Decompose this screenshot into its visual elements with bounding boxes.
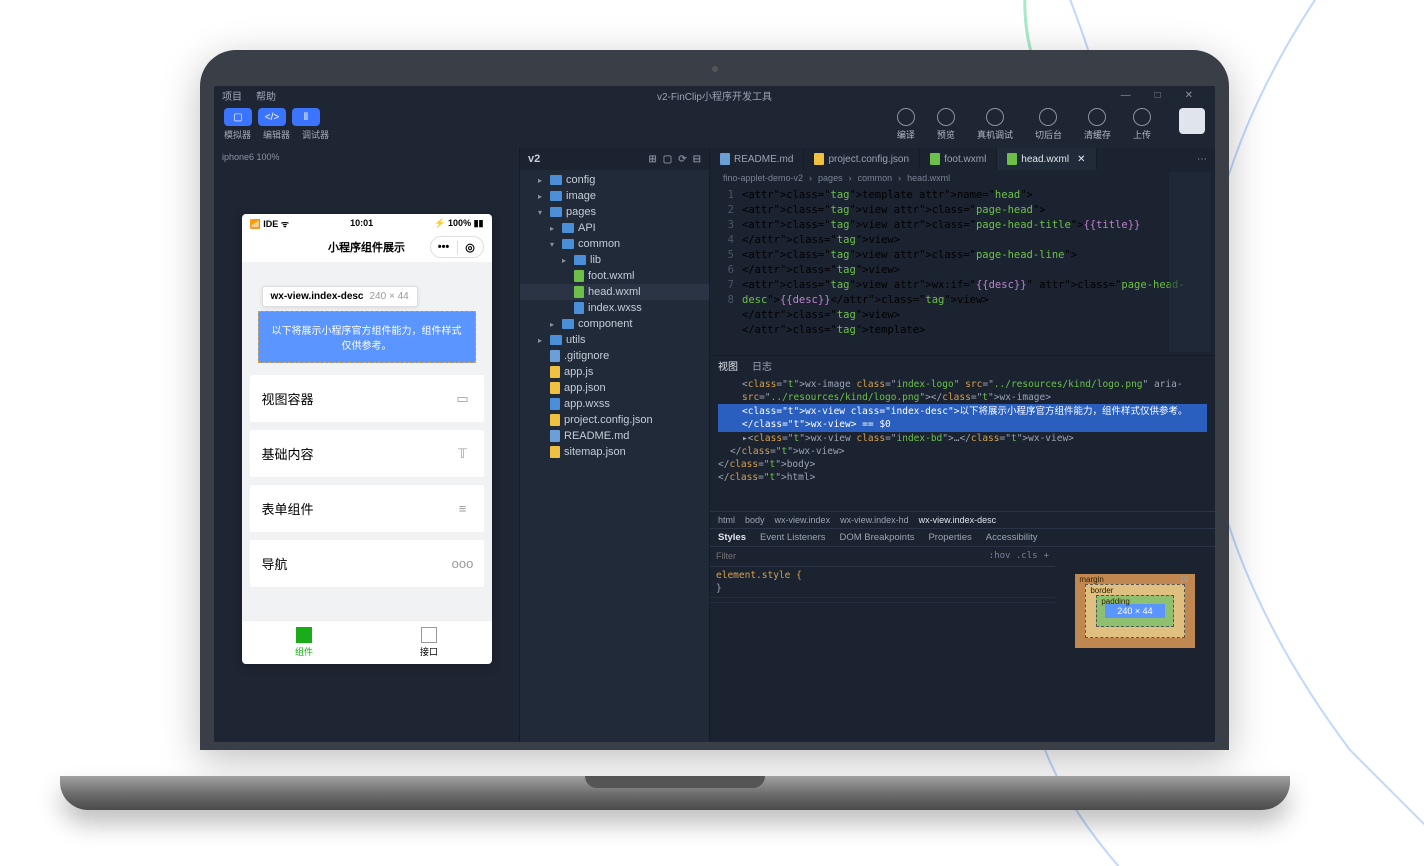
breadcrumb: fino-applet-demo-v2›pages›common›head.wx…	[710, 170, 1215, 186]
devtools-subtab[interactable]: Event Listeners	[760, 532, 825, 543]
window-controls[interactable]: —□✕	[1121, 90, 1207, 101]
mode-editor-label: 编辑器	[263, 128, 290, 141]
sim-menu-item[interactable]: 基础内容𝕋	[250, 430, 484, 477]
file-tree-panel: v2 ⊞ ▢ ⟳ ⊟ ▸config▸image▾pages▸API▾common▸l…	[520, 148, 710, 742]
tree-node[interactable]: ▸utils	[520, 332, 709, 348]
menu-project[interactable]: 项目	[222, 88, 242, 103]
menubar: 项目 帮助 v2-FinClip小程序开发工具 —□✕	[214, 86, 1215, 104]
clear-cache-button[interactable]: 清缓存	[1084, 108, 1111, 141]
tree-node[interactable]: sitemap.json	[520, 444, 709, 460]
dom-crumb-item[interactable]: html	[718, 515, 735, 525]
selected-element[interactable]: 以下将展示小程序官方组件能力，组件样式仅供参考。	[258, 311, 476, 363]
tree-node[interactable]: ▸lib	[520, 252, 709, 268]
compile-button[interactable]: 编译	[897, 108, 915, 141]
devtools-panel: 视图 日志 <class="t">wx-image class="index-l…	[710, 355, 1215, 675]
dom-inspector[interactable]: <class="t">wx-image class="index-logo" s…	[710, 374, 1215, 511]
devtools-subtabs: Styles Event Listeners DOM Breakpoints Prop…	[710, 528, 1215, 546]
upload-button[interactable]: 上传	[1133, 108, 1151, 141]
more-tabs-icon[interactable]: ⋯	[1189, 154, 1215, 165]
tree-node[interactable]: app.json	[520, 380, 709, 396]
sim-menu-item[interactable]: 表单组件≡	[250, 485, 484, 532]
dom-breadcrumb: html body wx-view.index wx-view.index-hd wx-…	[710, 511, 1215, 528]
tree-node[interactable]: index.wxss	[520, 300, 709, 316]
editor-tab[interactable]: head.wxml✕	[997, 148, 1096, 170]
page-title: 小程序组件展示	[328, 239, 405, 255]
dom-crumb-item[interactable]: wx-view.index	[775, 515, 831, 525]
devtools-subtab[interactable]: Styles	[718, 532, 746, 543]
editor-tab[interactable]: foot.wxml	[920, 148, 997, 170]
hov-toggle[interactable]: :hov .cls	[989, 550, 1038, 563]
tree-node[interactable]: README.md	[520, 428, 709, 444]
mode-editor-button[interactable]: </>	[258, 108, 286, 126]
close-icon[interactable]: ✕	[1077, 154, 1085, 165]
simulator-panel: iphone6 100% 📶 IDE ᯤ 10:01 ⚡ 100% ▮▮ 小程序…	[214, 148, 520, 742]
minimap[interactable]	[1169, 172, 1211, 352]
collapse-icon[interactable]: ⊟	[693, 154, 701, 165]
editor-tab[interactable]: project.config.json	[804, 148, 920, 170]
mode-simulator-button[interactable]: ▢	[224, 108, 252, 126]
phone-status-left: 📶 IDE ᯤ	[250, 217, 289, 230]
devtools-subtab[interactable]: Accessibility	[986, 532, 1038, 543]
simulator-status: iphone6 100%	[214, 148, 519, 166]
editor-panel: README.mdproject.config.jsonfoot.wxmlhea…	[710, 148, 1215, 742]
remote-debug-button[interactable]: 真机调试	[977, 108, 1013, 141]
box-model: margin10 border padding 240 × 44	[1055, 547, 1215, 676]
add-rule-button[interactable]: +	[1044, 550, 1049, 563]
devtools-tab-log[interactable]: 日志	[752, 358, 772, 373]
tree-node[interactable]: ▸image	[520, 188, 709, 204]
avatar[interactable]	[1179, 108, 1205, 134]
new-file-icon[interactable]: ⊞	[648, 154, 656, 165]
code-editor[interactable]: 12345678 <attr">class="tag">template att…	[710, 186, 1215, 355]
devtools-subtab[interactable]: DOM Breakpoints	[839, 532, 914, 543]
inspect-tooltip: wx-view.index-desc240 × 44	[262, 286, 418, 307]
dom-crumb-item[interactable]: wx-view.index-hd	[840, 515, 909, 525]
preview-button[interactable]: 预览	[937, 108, 955, 141]
toolbar: ▢ </> ⦀ 模拟器 编辑器 调试器 编译 预览 真机调试 切后台 清缓存	[214, 104, 1215, 148]
tree-node[interactable]: foot.wxml	[520, 268, 709, 284]
tree-node[interactable]: ▾pages	[520, 204, 709, 220]
new-folder-icon[interactable]: ▢	[663, 154, 672, 165]
tree-root-name: v2	[528, 153, 540, 165]
mode-debugger-label: 调试器	[302, 128, 329, 141]
devtools-tab-view[interactable]: 视图	[718, 358, 738, 373]
phone-status-right: ⚡ 100% ▮▮	[434, 218, 483, 229]
mode-debugger-button[interactable]: ⦀	[292, 108, 320, 126]
tree-node[interactable]: .gitignore	[520, 348, 709, 364]
tabbar-component[interactable]: 组件	[242, 621, 367, 664]
mode-sim-label: 模拟器	[224, 128, 251, 141]
dom-crumb-item[interactable]: body	[745, 515, 765, 525]
window-title: v2-FinClip小程序开发工具	[214, 88, 1215, 103]
capsule[interactable]: •••◎	[430, 236, 484, 258]
tree-node[interactable]: app.wxss	[520, 396, 709, 412]
menu-help[interactable]: 帮助	[256, 88, 276, 103]
tree-node[interactable]: head.wxml	[520, 284, 709, 300]
refresh-icon[interactable]: ⟳	[678, 154, 686, 165]
sim-menu-item[interactable]: 视图容器▭	[250, 375, 484, 422]
tree-node[interactable]: project.config.json	[520, 412, 709, 428]
devtools-subtab[interactable]: Properties	[928, 532, 971, 543]
switch-background-button[interactable]: 切后台	[1035, 108, 1062, 141]
editor-tabs: README.mdproject.config.jsonfoot.wxmlhea…	[710, 148, 1215, 170]
tree-node[interactable]: ▸config	[520, 172, 709, 188]
editor-tab[interactable]: README.md	[710, 148, 804, 170]
tree-node[interactable]: ▾common	[520, 236, 709, 252]
filter-input[interactable]	[716, 550, 816, 563]
tabbar-api[interactable]: 接口	[367, 621, 492, 664]
tree-node[interactable]: app.js	[520, 364, 709, 380]
tree-node[interactable]: ▸API	[520, 220, 709, 236]
sim-menu-item[interactable]: 导航ooo	[250, 540, 484, 587]
phone-status-time: 10:01	[350, 218, 373, 228]
styles-pane[interactable]: :hov .cls + element.style {}</span><div …	[710, 547, 1055, 676]
tree-node[interactable]: ▸component	[520, 316, 709, 332]
ide-screen: 项目 帮助 v2-FinClip小程序开发工具 —□✕ ▢ </> ⦀ 模拟器 …	[214, 86, 1215, 742]
phone-frame: 📶 IDE ᯤ 10:01 ⚡ 100% ▮▮ 小程序组件展示 •••◎ wx-…	[242, 214, 492, 664]
dom-crumb-item[interactable]: wx-view.index-desc	[919, 515, 997, 525]
